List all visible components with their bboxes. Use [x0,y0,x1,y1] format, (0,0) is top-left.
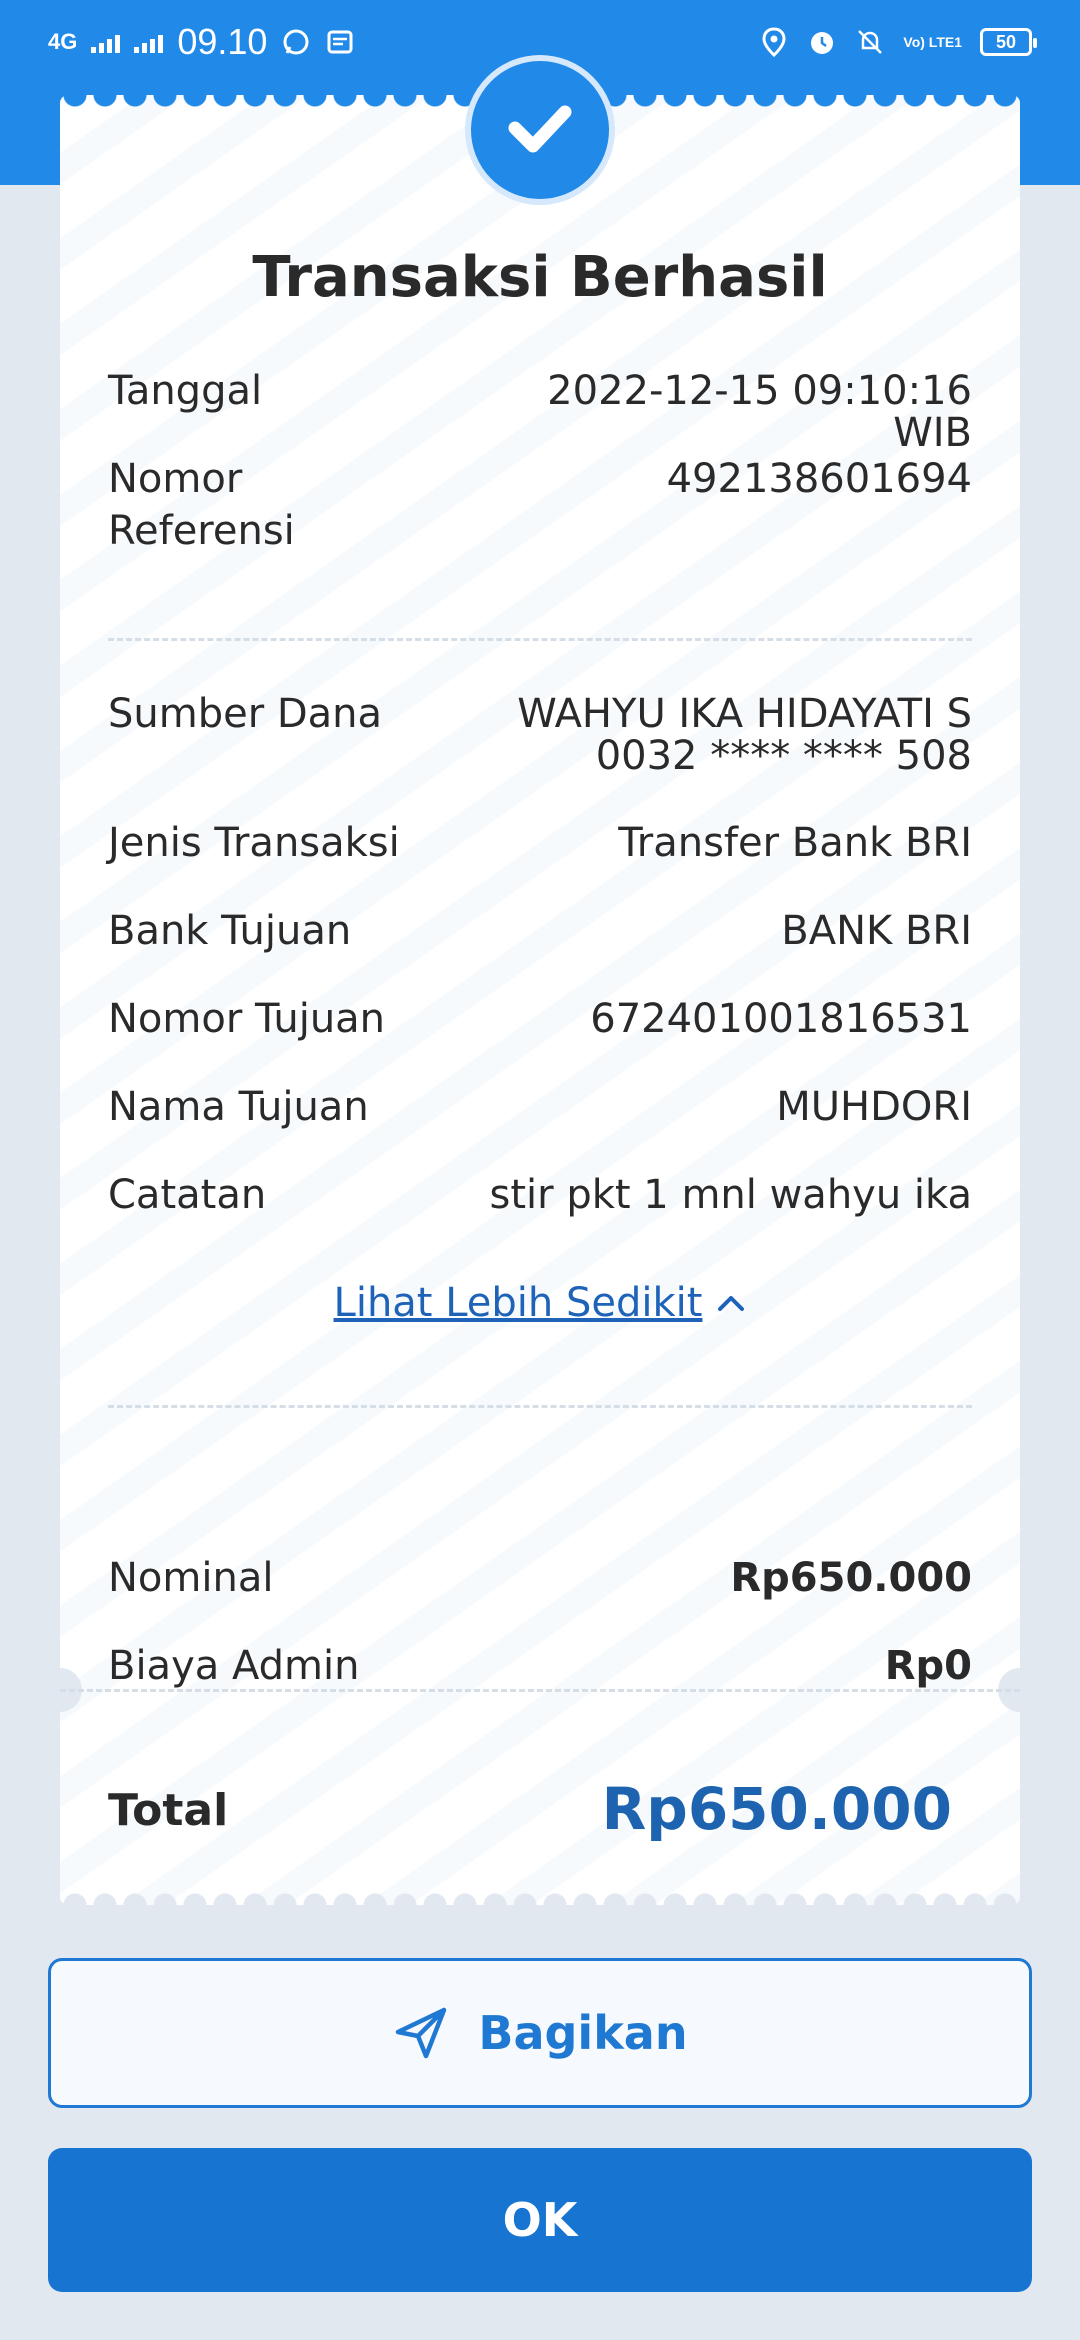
nama-tujuan-value: MUHDORI [776,1084,972,1130]
nomor-tujuan-label: Nomor Tujuan [108,996,386,1042]
ok-button[interactable]: OK [48,2148,1032,2292]
clock: 09.10 [177,21,268,62]
send-icon [396,2007,447,2059]
tear-line [60,1689,1020,1692]
ok-label: OK [502,2193,578,2247]
sumber-dana-label: Sumber Dana [108,691,383,737]
share-button[interactable]: Bagikan [48,1958,1032,2108]
tanggal-label: Tanggal [108,368,263,414]
receipt-bottom-edge [60,1883,1020,1905]
row-nominal: Nominal Rp650.000 [108,1557,972,1599]
row-biaya-admin: Biaya Admin Rp0 [108,1645,972,1687]
show-less-link[interactable]: Lihat Lebih Sedikit [60,1280,1020,1326]
referensi-value: 492138601694 [666,456,972,502]
volte-indicator: Vo) LTE1 [903,34,962,50]
jenis-transaksi-value: Transfer Bank BRI [618,820,972,866]
row-jenis-transaksi: Jenis Transaksi Transfer Bank BRI [108,822,972,864]
tanggal-value: 2022-12-15 09:10:16 WIB [547,368,972,456]
alarm-icon [807,27,837,57]
nomor-tujuan-value: 672401001816531 [590,996,972,1042]
message-icon [325,27,355,57]
divider [108,638,972,641]
network-type: 4G [48,29,78,54]
row-nama-tujuan: Nama Tujuan MUHDORI [108,1086,972,1128]
sumber-dana-name: WAHYU IKA HIDAYATI S [517,691,972,737]
location-icon [759,27,789,57]
whatsapp-icon [281,27,311,57]
divider [108,1405,972,1408]
bank-tujuan-value: BANK BRI [781,908,972,954]
battery-icon: 50 [980,28,1037,56]
jenis-transaksi-label: Jenis Transaksi [108,820,400,866]
biaya-admin-value: Rp0 [884,1643,972,1689]
row-referensi: Nomor Referensi 492138601694 [108,458,972,552]
signal-icon-2 [134,31,164,53]
referensi-label-line2: Referensi [108,508,295,554]
nominal-label: Nominal [108,1555,274,1601]
row-sumber-dana: Sumber Dana WAHYU IKA HIDAYATI S 0032 **… [108,693,972,777]
share-label: Bagikan [478,2006,688,2060]
row-catatan: Catatan stir pkt 1 mnl wahyu ika [108,1174,972,1216]
mute-icon [855,27,885,57]
row-bank-tujuan: Bank Tujuan BANK BRI [108,910,972,952]
bank-tujuan-label: Bank Tujuan [108,908,352,954]
total-value: Rp650.000 [601,1775,952,1843]
nominal-value: Rp650.000 [730,1555,972,1601]
show-less-label: Lihat Lebih Sedikit [333,1280,703,1326]
catatan-value: stir pkt 1 mnl wahyu ika [489,1172,972,1218]
battery-level: 50 [995,31,1017,52]
nama-tujuan-label: Nama Tujuan [108,1084,369,1130]
biaya-admin-label: Biaya Admin [108,1643,360,1689]
signal-icon [91,31,121,53]
check-icon [508,105,572,153]
success-badge [465,55,615,205]
referensi-label: Nomor Referensi [108,458,468,552]
referensi-label-line1: Nomor [108,456,243,502]
row-tanggal: Tanggal 2022-12-15 09:10:16 WIB [108,370,972,454]
chevron-up-icon [718,1296,745,1311]
catatan-label: Catatan [108,1172,267,1218]
sumber-dana-account: 0032 **** **** 508 [595,733,972,779]
page-title: Transaksi Berhasil [252,245,828,310]
row-nomor-tujuan: Nomor Tujuan 672401001816531 [108,998,972,1040]
receipt-card: Transaksi Berhasil Tanggal 2022-12-15 09… [38,55,1042,1905]
total-label: Total [108,1785,229,1836]
sumber-dana-value: WAHYU IKA HIDAYATI S 0032 **** **** 508 [517,693,972,777]
